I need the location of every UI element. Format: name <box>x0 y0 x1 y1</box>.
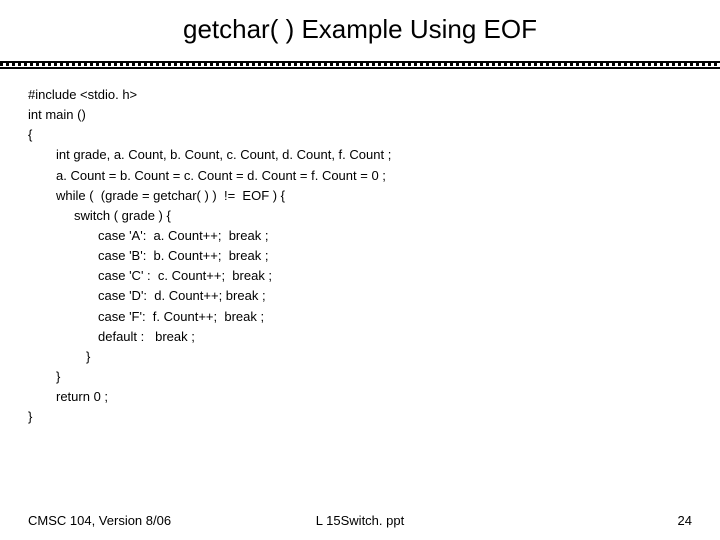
code-line: case 'B': b. Count++; break ; <box>28 246 692 266</box>
footer-page-number: 24 <box>678 513 692 528</box>
code-line: { <box>28 125 692 145</box>
code-line: switch ( grade ) { <box>28 206 692 226</box>
code-line: case 'A': a. Count++; break ; <box>28 226 692 246</box>
slide-title: getchar( ) Example Using EOF <box>0 0 720 55</box>
code-line: return 0 ; <box>28 387 692 407</box>
code-line: #include <stdio. h> <box>28 85 692 105</box>
code-line: case 'F': f. Count++; break ; <box>28 307 692 327</box>
code-line: } <box>28 367 692 387</box>
code-line: } <box>28 347 692 367</box>
code-line: int grade, a. Count, b. Count, c. Count,… <box>28 145 692 165</box>
code-line: } <box>28 407 692 427</box>
title-divider <box>0 61 720 67</box>
footer-center: L 15Switch. ppt <box>316 513 404 528</box>
code-block: #include <stdio. h> int main () { int gr… <box>0 67 720 427</box>
code-line: a. Count = b. Count = c. Count = d. Coun… <box>28 166 692 186</box>
code-line: int main () <box>28 105 692 125</box>
code-line: while ( (grade = getchar( ) ) != EOF ) { <box>28 186 692 206</box>
footer-left: CMSC 104, Version 8/06 <box>28 513 171 528</box>
code-line: default : break ; <box>28 327 692 347</box>
code-line: case 'C' : c. Count++; break ; <box>28 266 692 286</box>
slide-footer: CMSC 104, Version 8/06 L 15Switch. ppt 2… <box>0 513 720 528</box>
code-line: case 'D': d. Count++; break ; <box>28 286 692 306</box>
